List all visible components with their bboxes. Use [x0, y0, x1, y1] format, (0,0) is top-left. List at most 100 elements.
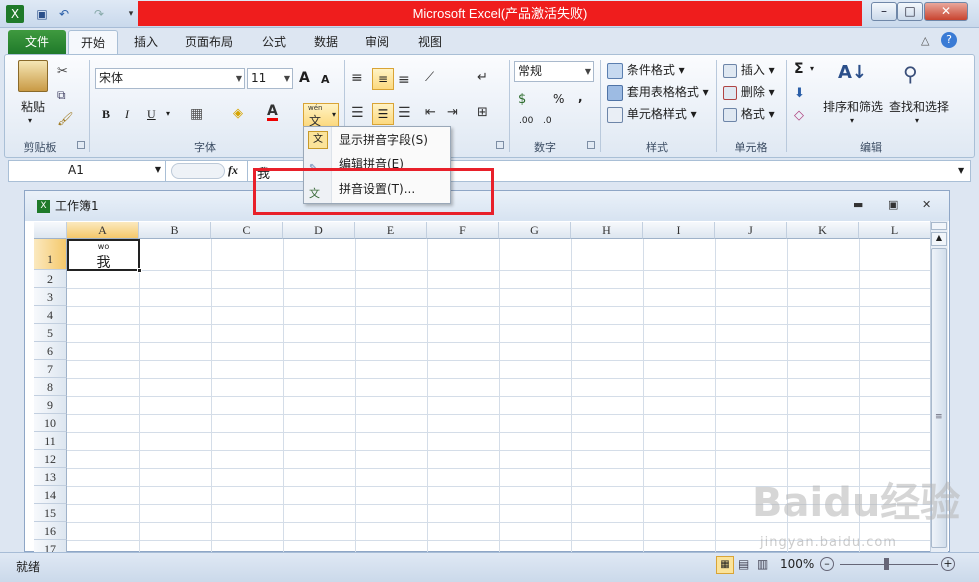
insert-function-button[interactable]: fx	[228, 163, 238, 178]
workbook-minimize-button[interactable]: ▬	[853, 198, 863, 211]
clear-icon[interactable]: ◇	[794, 108, 804, 123]
fill-icon[interactable]: ⬇	[794, 86, 805, 101]
font-color-icon[interactable]: A	[267, 104, 278, 121]
close-button[interactable]: ✕	[924, 2, 968, 21]
cell-styles-button[interactable]: 单元格样式 ▾	[607, 105, 697, 123]
column-header[interactable]: I	[643, 222, 715, 239]
row-header[interactable]: 15	[34, 504, 67, 522]
row-header[interactable]: 3	[34, 288, 67, 306]
cut-icon[interactable]: ✂	[57, 64, 68, 79]
row-header[interactable]: 14	[34, 486, 67, 504]
find-select-button[interactable]: 查找和选择	[889, 98, 949, 115]
row-header[interactable]: 8	[34, 378, 67, 396]
number-launcher-icon[interactable]	[587, 141, 595, 149]
expand-formula-bar-icon[interactable]: ▼	[958, 166, 964, 175]
workbook-close-button[interactable]: ✕	[922, 198, 931, 211]
row-header[interactable]: 16	[34, 522, 67, 540]
fill-handle[interactable]	[137, 268, 142, 273]
format-painter-icon[interactable]: 🖌	[57, 112, 74, 127]
excel-logo-icon[interactable]: X	[6, 5, 24, 23]
orientation-icon[interactable]: ⟋	[425, 70, 434, 85]
tab-view[interactable]: 视图	[410, 30, 450, 54]
name-box-dropdown-icon[interactable]: ▼	[155, 160, 161, 180]
column-header[interactable]: A	[67, 222, 139, 239]
format-cells-button[interactable]: 格式 ▾	[723, 105, 775, 122]
align-center-icon[interactable]: ☰	[372, 103, 394, 125]
underline-button[interactable]: U	[147, 107, 156, 122]
comma-button[interactable]: ,	[578, 90, 583, 104]
autosum-button[interactable]: Σ	[794, 61, 804, 77]
split-box-icon[interactable]	[931, 222, 947, 230]
name-box[interactable]: A1 ▼	[8, 160, 166, 182]
column-header[interactable]: K	[787, 222, 859, 239]
column-header[interactable]: E	[355, 222, 427, 239]
undo-icon[interactable]: ↶	[55, 5, 73, 23]
autosum-dropdown-icon[interactable]: ▾	[810, 64, 814, 73]
minimize-button[interactable]: –	[871, 2, 897, 21]
align-middle-icon[interactable]: ≡	[372, 68, 394, 90]
tab-file[interactable]: 文件	[8, 30, 66, 54]
find-select-dropdown-icon[interactable]: ▾	[915, 116, 919, 125]
phonetic-guide-button[interactable]: wén 文 ▾	[303, 103, 339, 128]
tab-review[interactable]: 审阅	[357, 30, 397, 54]
format-as-table-button[interactable]: 套用表格格式 ▾	[607, 83, 709, 101]
column-header[interactable]: J	[715, 222, 787, 239]
select-all-corner[interactable]	[34, 222, 67, 239]
maximize-button[interactable]: □	[897, 2, 923, 21]
normal-view-icon[interactable]: ▦	[716, 556, 734, 574]
row-header[interactable]: 7	[34, 360, 67, 378]
align-top-icon[interactable]: ≡	[351, 70, 363, 86]
row-header[interactable]: 9	[34, 396, 67, 414]
tab-data[interactable]: 数据	[306, 30, 346, 54]
help-icon[interactable]: ?	[941, 32, 957, 48]
align-bottom-icon[interactable]: ≡	[398, 72, 410, 88]
row-header[interactable]: 4	[34, 306, 67, 324]
decrease-indent-icon[interactable]: ⇤	[425, 105, 436, 120]
column-header[interactable]: F	[427, 222, 499, 239]
font-size-combo[interactable]: 11 ▼	[247, 68, 293, 89]
clipboard-launcher-icon[interactable]	[77, 141, 85, 149]
column-header[interactable]: G	[499, 222, 571, 239]
zoom-level[interactable]: 100%	[780, 557, 814, 571]
paste-button[interactable]: 粘贴	[21, 98, 45, 115]
phonetic-dropdown-icon[interactable]: ▾	[332, 110, 336, 119]
increase-decimal-button[interactable]: .00	[519, 116, 533, 126]
zoom-slider-track[interactable]	[840, 564, 938, 565]
zoom-slider-thumb[interactable]	[884, 558, 889, 570]
percent-button[interactable]: %	[553, 92, 564, 106]
row-header[interactable]: 5	[34, 324, 67, 342]
fill-color-icon[interactable]: ◈	[233, 106, 243, 121]
active-cell-a1[interactable]: wo 我	[67, 239, 140, 271]
align-right-icon[interactable]: ☰	[398, 105, 411, 121]
page-layout-view-icon[interactable]: ▤	[738, 557, 749, 571]
paste-icon[interactable]	[18, 60, 48, 92]
collapse-ribbon-icon[interactable]: △	[921, 34, 929, 47]
save-icon[interactable]: ▣	[33, 5, 51, 23]
tab-insert[interactable]: 插入	[126, 30, 166, 54]
formula-bar-splitter[interactable]	[171, 163, 225, 179]
tab-page-layout[interactable]: 页面布局	[178, 30, 240, 54]
column-header[interactable]: B	[139, 222, 211, 239]
row-header[interactable]: 2	[34, 270, 67, 288]
binoculars-icon[interactable]: ⚲	[903, 62, 931, 90]
row-header[interactable]: 12	[34, 450, 67, 468]
tab-home[interactable]: 开始	[68, 30, 118, 54]
copy-icon[interactable]: ⧉	[57, 88, 66, 103]
bold-button[interactable]: B	[102, 107, 110, 122]
zoom-out-icon[interactable]: –	[820, 557, 834, 571]
align-left-icon[interactable]: ☰	[351, 105, 364, 121]
redo-icon[interactable]: ↷	[90, 5, 108, 23]
row-header[interactable]: 1	[34, 239, 67, 270]
conditional-format-button[interactable]: 条件格式 ▾	[607, 61, 685, 79]
row-header[interactable]: 17	[34, 540, 67, 552]
insert-cells-button[interactable]: 插入 ▾	[723, 61, 775, 78]
alignment-launcher-icon[interactable]	[496, 141, 504, 149]
font-name-combo[interactable]: 宋体 ▼	[95, 68, 245, 89]
row-header[interactable]: 10	[34, 414, 67, 432]
workbook-restore-button[interactable]: ▣	[888, 198, 898, 211]
number-format-combo[interactable]: 常规 ▼	[514, 61, 594, 82]
column-header[interactable]: H	[571, 222, 643, 239]
currency-icon[interactable]: $	[518, 92, 526, 107]
decrease-decimal-button[interactable]: .0	[543, 116, 552, 126]
sort-filter-dropdown-icon[interactable]: ▾	[850, 116, 854, 125]
